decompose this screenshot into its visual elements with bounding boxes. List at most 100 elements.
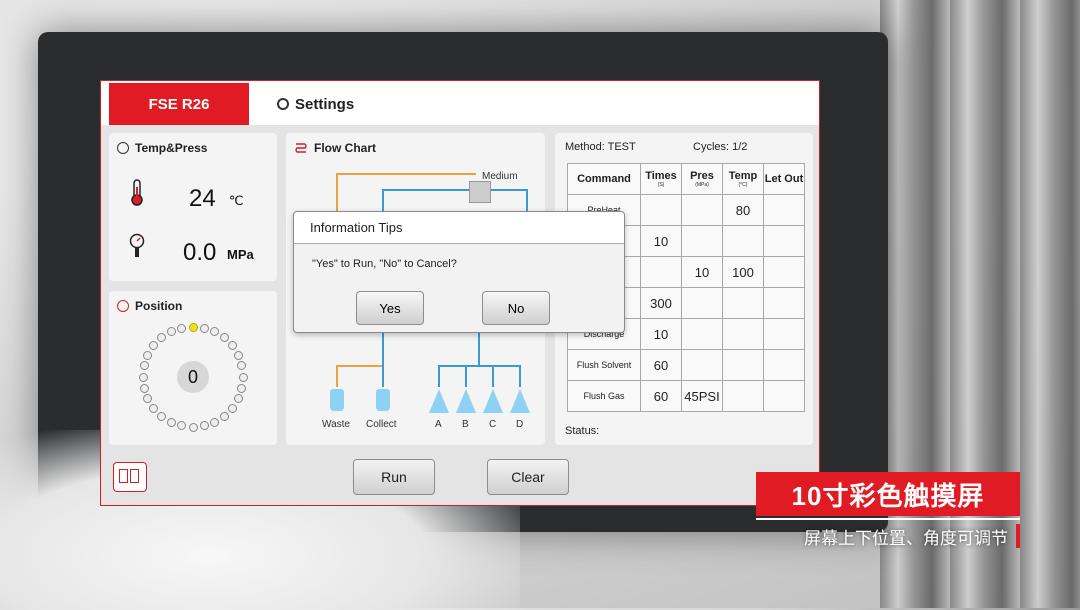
dialog-yes-button[interactable]: Yes [356,291,424,325]
output-label: C [489,419,497,430]
run-button[interactable]: Run [353,459,435,495]
table-cell-times[interactable] [640,256,682,288]
flow-line [438,365,520,367]
output-label: Collect [366,419,397,430]
position-slot [210,417,220,427]
position-slot [219,411,229,421]
dialog-message: "Yes" to Run, "No" to Cancel? [312,258,457,270]
position-slot [199,323,209,333]
flow-line [491,189,527,191]
flow-line [336,173,338,213]
position-value: 0 [177,361,209,393]
status-label: Status: [565,425,600,437]
output-label: Waste [322,419,350,430]
caption-accent-bar [1016,524,1020,548]
table-cell-temp[interactable] [722,287,764,319]
settings-label: Settings [295,95,355,113]
table-cell-temp[interactable]: 80 [722,194,764,226]
flow-line [465,365,467,387]
table-cell-temp[interactable] [722,349,764,381]
position-slot [166,417,176,427]
table-cell-let-out[interactable] [763,380,805,412]
position-panel: Position 0 [109,291,277,445]
table-cell-pres[interactable] [681,349,723,381]
output-label: B [462,419,469,430]
table-cell-let-out[interactable] [763,194,805,226]
position-slot [219,333,229,343]
flask-a-icon [429,389,449,413]
table-cell-let-out[interactable] [763,225,805,257]
column-header-command: Command [567,163,641,195]
caption-subline: 屏幕上下位置、角度可调节 [804,528,1008,548]
position-slot [199,421,209,431]
temp-press-title: Temp&Press [117,141,207,155]
table-cell-temp[interactable] [722,225,764,257]
flow-line [478,331,480,365]
caption-divider [756,518,1020,520]
information-dialog: Information Tips "Yes" to Run, "No" to C… [293,211,625,333]
valve-icon [469,181,491,203]
dialog-title: Information Tips [294,212,624,244]
top-bar: FSE R26 Settings [101,81,819,125]
flow-line [336,365,338,387]
table-cell-times[interactable]: 60 [640,380,682,412]
method-label: Method: TEST [565,141,636,153]
position-slot [166,327,176,337]
cycles-label: Cycles: 1/2 [693,141,748,153]
caption-headline: 10寸彩色触摸屏 [756,472,1020,516]
flow-icon [295,143,307,153]
table-cell-temp[interactable] [722,380,764,412]
settings-tab[interactable]: Settings [277,83,354,125]
table-cell-let-out[interactable] [763,287,805,319]
position-slot [157,333,167,343]
table-cell-times[interactable]: 60 [640,349,682,381]
brand-tab[interactable]: FSE R26 [109,83,249,125]
table-cell-times[interactable]: 10 [640,318,682,350]
table-cell-command[interactable]: Flush Gas [567,380,641,412]
position-slot [238,372,248,382]
position-slot [138,372,148,382]
flow-line [526,189,528,213]
table-cell-times[interactable]: 300 [640,287,682,319]
temperature-unit: ℃ [229,193,244,208]
flow-chart-title-text: Flow Chart [314,141,376,155]
table-cell-pres[interactable] [681,318,723,350]
table-row[interactable]: Flush Gas 60 45PSI [567,380,805,412]
gear-icon [277,98,289,110]
table-cell-let-out[interactable] [763,256,805,288]
table-cell-let-out[interactable] [763,349,805,381]
table-cell-command[interactable]: Flush Solvent [567,349,641,381]
table-cell-times[interactable] [640,194,682,226]
background-pipes [880,0,1080,608]
touch-screen: FSE R26 Settings Temp&Press 24 ℃ 0.0 MPa [100,80,820,506]
table-cell-pres[interactable] [681,287,723,319]
flow-line [336,365,382,367]
table-cell-temp[interactable]: 100 [722,256,764,288]
clear-button[interactable]: Clear [487,459,569,495]
column-header-temp: Temp (°C) [722,163,764,195]
table-cell-times[interactable]: 10 [640,225,682,257]
table-cell-pres[interactable]: 45PSI [681,380,723,412]
position-slot [188,322,198,332]
flow-line [336,173,476,175]
table-cell-pres[interactable] [681,194,723,226]
table-row[interactable]: Flush Solvent 60 [567,349,805,381]
flow-line [382,189,384,213]
flow-line [492,365,494,387]
menu-icon [119,469,128,483]
temp-press-panel: Temp&Press 24 ℃ 0.0 MPa [109,133,277,281]
temperature-value: 24 [189,185,216,212]
table-cell-let-out[interactable] [763,318,805,350]
dialog-no-button[interactable]: No [482,291,550,325]
thermometer-icon [131,179,143,206]
flow-chart-title: Flow Chart [294,141,376,155]
position-slot [177,421,187,431]
table-cell-pres[interactable] [681,225,723,257]
pressure-value: 0.0 [183,239,217,266]
pressure-gauge-icon [129,233,145,257]
menu-button[interactable] [113,462,147,492]
table-cell-temp[interactable] [722,318,764,350]
pressure-unit: MPa [227,247,254,262]
table-cell-pres[interactable]: 10 [681,256,723,288]
flow-line [382,331,384,387]
